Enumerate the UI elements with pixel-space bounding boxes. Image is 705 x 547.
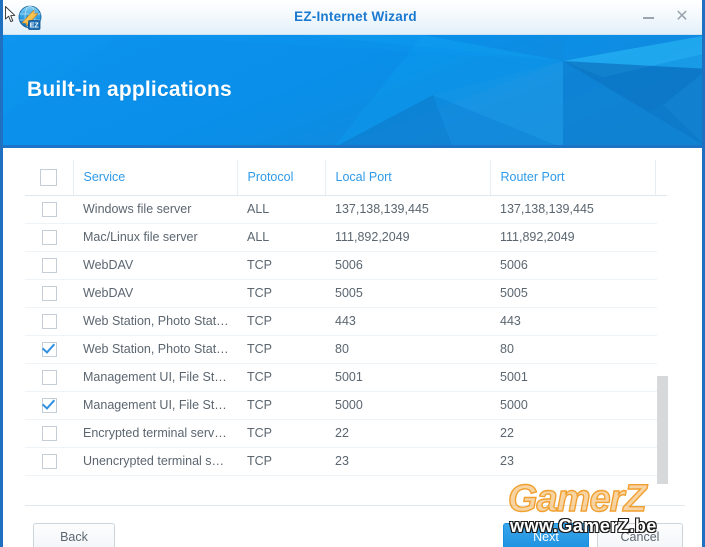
- row-checkbox[interactable]: [41, 229, 57, 245]
- cell-service: WebDAV: [73, 279, 237, 308]
- row-checkbox-cell: [25, 419, 73, 448]
- row-checkbox-cell: [25, 363, 73, 392]
- row-checkbox[interactable]: [41, 313, 57, 329]
- cell-local-port: 5006: [325, 251, 490, 280]
- cell-router-port: 22: [490, 419, 655, 448]
- table-row[interactable]: Encrypted terminal serv… TCP 22 22: [25, 419, 667, 448]
- row-checkbox[interactable]: [41, 425, 57, 441]
- table-body: Windows file server ALL 137,138,139,445 137…: [25, 195, 667, 476]
- table-row[interactable]: Web Station, Photo Stat… TCP 443 443: [25, 307, 667, 336]
- footer-divider: [25, 505, 685, 506]
- cell-protocol: TCP: [237, 335, 325, 364]
- cell-protocol: ALL: [237, 223, 325, 252]
- cell-protocol: TCP: [237, 447, 325, 476]
- cell-router-port: 111,892,2049: [490, 223, 655, 252]
- select-all-header-cell: [25, 160, 74, 196]
- row-checkbox-cell: [25, 447, 73, 476]
- row-checkbox[interactable]: [41, 397, 57, 413]
- table-row[interactable]: WebDAV TCP 5005 5005: [25, 279, 667, 308]
- table-scrollbar-thumb[interactable]: [657, 376, 668, 484]
- table-row[interactable]: Web Station, Photo Stat… TCP 80 80: [25, 335, 667, 364]
- cell-router-port: 23: [490, 447, 655, 476]
- cell-service: Management UI, File St…: [73, 391, 237, 420]
- page-banner: Built-in applications: [3, 35, 702, 148]
- back-button[interactable]: Back: [33, 523, 115, 547]
- row-checkbox[interactable]: [41, 201, 57, 217]
- cell-protocol: TCP: [237, 251, 325, 280]
- table-row[interactable]: Management UI, File St… TCP 5000 5000: [25, 391, 667, 420]
- table-row[interactable]: Windows file server ALL 137,138,139,445 137…: [25, 195, 667, 224]
- row-checkbox-cell: [25, 335, 73, 364]
- minimize-button[interactable]: [636, 6, 660, 28]
- cell-protocol: TCP: [237, 391, 325, 420]
- row-checkbox[interactable]: [41, 257, 57, 273]
- title-bar: EZ EZ-Internet Wizard ✕: [3, 0, 702, 35]
- cell-protocol: TCP: [237, 419, 325, 448]
- page-title: Built-in applications: [27, 78, 232, 101]
- row-checkbox[interactable]: [41, 453, 57, 469]
- next-button[interactable]: Next: [503, 523, 589, 547]
- select-all-checkbox[interactable]: [40, 168, 58, 186]
- cell-service: Mac/Linux file server: [73, 223, 237, 252]
- cell-router-port: 443: [490, 307, 655, 336]
- table-row[interactable]: WebDAV TCP 5006 5006: [25, 251, 667, 280]
- port-forwarding-table: Service Protocol Local Port Router Port …: [25, 160, 667, 476]
- cell-local-port: 5005: [325, 279, 490, 308]
- cell-protocol: TCP: [237, 363, 325, 392]
- table-row[interactable]: Mac/Linux file server ALL 111,892,2049 111,…: [25, 223, 667, 252]
- row-checkbox[interactable]: [41, 285, 57, 301]
- cell-local-port: 137,138,139,445: [325, 195, 490, 224]
- column-header-service[interactable]: Service: [73, 160, 238, 196]
- cell-local-port: 80: [325, 335, 490, 364]
- cell-local-port: 5001: [325, 363, 490, 392]
- cell-local-port: 111,892,2049: [325, 223, 490, 252]
- row-checkbox-cell: [25, 223, 73, 252]
- table-row[interactable]: Unencrypted terminal s… TCP 23 23: [25, 447, 667, 476]
- column-header-spacer: [655, 160, 667, 196]
- table-header-row: Service Protocol Local Port Router Port: [25, 160, 667, 196]
- row-checkbox[interactable]: [41, 341, 57, 357]
- cell-local-port: 23: [325, 447, 490, 476]
- column-header-local-port[interactable]: Local Port: [325, 160, 491, 196]
- cell-router-port: 5001: [490, 363, 655, 392]
- minimize-icon: [642, 17, 654, 19]
- cell-router-port: 137,138,139,445: [490, 195, 655, 224]
- cell-router-port: 5005: [490, 279, 655, 308]
- cell-service: Web Station, Photo Stat…: [73, 335, 237, 364]
- cell-local-port: 22: [325, 419, 490, 448]
- cell-service: Encrypted terminal serv…: [73, 419, 237, 448]
- row-checkbox[interactable]: [41, 369, 57, 385]
- ez-internet-wizard-window: EZ EZ-Internet Wizard ✕ Built-in applica…: [0, 0, 705, 547]
- cell-service: WebDAV: [73, 251, 237, 280]
- cell-router-port: 5000: [490, 391, 655, 420]
- cell-router-port: 5006: [490, 251, 655, 280]
- row-checkbox-cell: [25, 251, 73, 280]
- column-header-protocol[interactable]: Protocol: [237, 160, 326, 196]
- port-forwarding-table-container: Service Protocol Local Port Router Port …: [25, 160, 668, 484]
- cell-local-port: 443: [325, 307, 490, 336]
- cell-service: Web Station, Photo Stat…: [73, 307, 237, 336]
- cell-protocol: TCP: [237, 307, 325, 336]
- row-checkbox-cell: [25, 195, 73, 224]
- table-row[interactable]: Management UI, File St… TCP 5001 5001: [25, 363, 667, 392]
- cell-service: Windows file server: [73, 195, 237, 224]
- cell-service: Unencrypted terminal s…: [73, 447, 237, 476]
- cell-protocol: TCP: [237, 279, 325, 308]
- row-checkbox-cell: [25, 279, 73, 308]
- table-header: Service Protocol Local Port Router Port: [25, 160, 667, 196]
- close-button[interactable]: ✕: [670, 6, 694, 28]
- content-area: Service Protocol Local Port Router Port …: [3, 148, 702, 547]
- window-title: EZ-Internet Wizard: [294, 9, 417, 24]
- column-header-router-port[interactable]: Router Port: [490, 160, 656, 196]
- cell-local-port: 5000: [325, 391, 490, 420]
- cell-service: Management UI, File St…: [73, 363, 237, 392]
- cell-router-port: 80: [490, 335, 655, 364]
- cancel-button[interactable]: Cancel: [597, 523, 683, 547]
- row-checkbox-cell: [25, 307, 73, 336]
- row-checkbox-cell: [25, 391, 73, 420]
- cell-protocol: ALL: [237, 195, 325, 224]
